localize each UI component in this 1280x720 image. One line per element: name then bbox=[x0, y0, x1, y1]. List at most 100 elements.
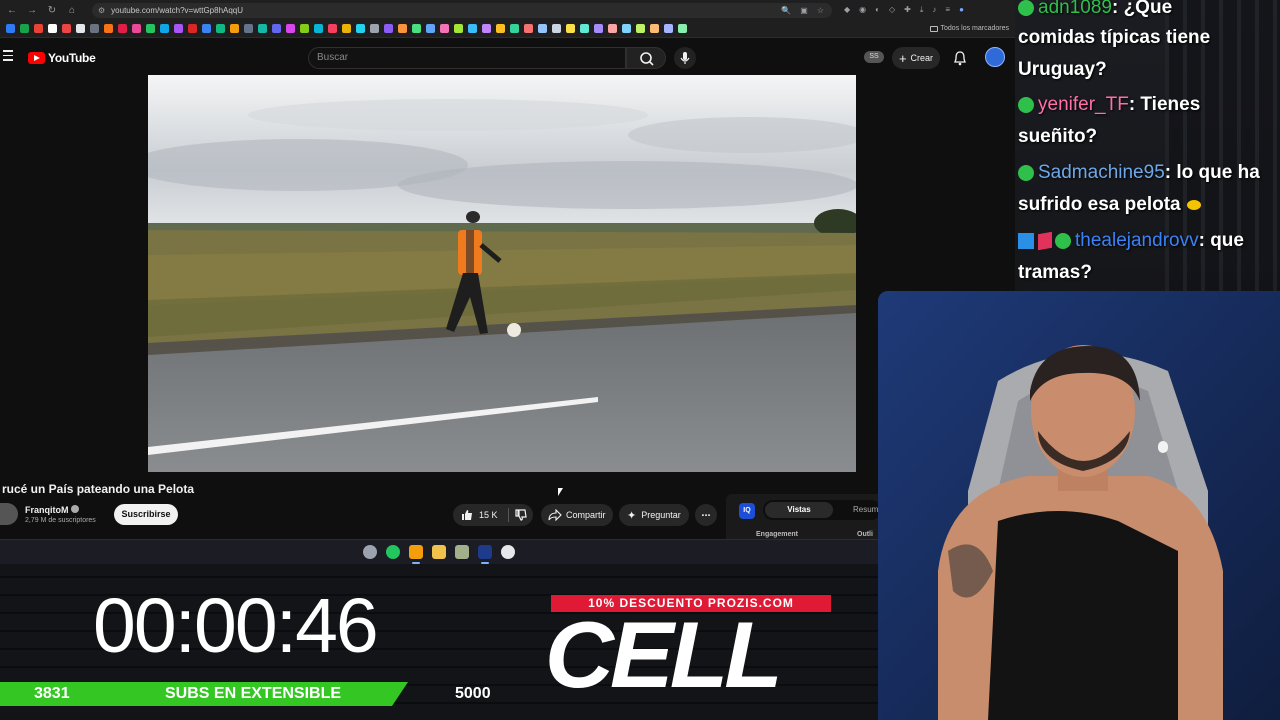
bookmark-icon[interactable] bbox=[62, 24, 71, 33]
bookmark-icon[interactable] bbox=[622, 24, 631, 33]
site-info-icon[interactable]: ⚙ bbox=[98, 6, 105, 15]
bookmark-icon[interactable] bbox=[132, 24, 141, 33]
bookmark-icon[interactable] bbox=[552, 24, 561, 33]
bookmark-icon[interactable] bbox=[300, 24, 309, 33]
bookmark-icon[interactable] bbox=[468, 24, 477, 33]
search-input[interactable]: Buscar bbox=[308, 47, 626, 69]
bookmark-icon[interactable] bbox=[370, 24, 379, 33]
paint-icon[interactable] bbox=[501, 545, 515, 559]
bookmark-icon[interactable] bbox=[412, 24, 421, 33]
bookmark-icon[interactable] bbox=[580, 24, 589, 33]
create-button[interactable]: + Crear bbox=[892, 47, 940, 69]
download-icon[interactable]: ⤓ bbox=[920, 5, 924, 15]
channel-name[interactable]: FranqitoM bbox=[25, 505, 69, 515]
bookmark-icon[interactable] bbox=[650, 24, 659, 33]
ss-badge[interactable]: SS bbox=[864, 51, 884, 63]
bookmark-star-icon[interactable]: ☆ bbox=[817, 6, 824, 15]
back-icon[interactable]: ← bbox=[6, 5, 18, 16]
bookmark-icon[interactable] bbox=[202, 24, 211, 33]
install-icon[interactable]: ▣ bbox=[800, 6, 808, 15]
vidiq-logo[interactable]: IQ bbox=[739, 503, 755, 519]
bookmark-icon[interactable] bbox=[328, 24, 337, 33]
share-button[interactable]: Compartir bbox=[541, 504, 613, 526]
bookmark-icon[interactable] bbox=[664, 24, 673, 33]
bookmark-icon[interactable] bbox=[594, 24, 603, 33]
chat-username[interactable]: Sadmachine95 bbox=[1038, 162, 1165, 183]
bookmark-icon[interactable] bbox=[104, 24, 113, 33]
profile-icon[interactable]: ● bbox=[959, 5, 964, 15]
bookmark-icon[interactable] bbox=[440, 24, 449, 33]
photoshop-icon[interactable] bbox=[478, 545, 492, 564]
bookmark-icon[interactable] bbox=[314, 24, 323, 33]
video-player[interactable] bbox=[148, 75, 856, 472]
reload-icon[interactable]: ↻ bbox=[46, 5, 58, 16]
bookmark-icon[interactable] bbox=[146, 24, 155, 33]
bookmark-icon[interactable] bbox=[510, 24, 519, 33]
extension-icon[interactable]: ◉ bbox=[859, 5, 866, 15]
bookmark-icon[interactable] bbox=[34, 24, 43, 33]
extensions-puzzle-icon[interactable]: ✚ bbox=[904, 5, 911, 15]
hamburger-menu-icon[interactable] bbox=[3, 50, 13, 64]
channel-avatar[interactable] bbox=[0, 503, 18, 525]
bookmark-icon[interactable] bbox=[608, 24, 617, 33]
ask-button[interactable]: ✦ Preguntar bbox=[619, 504, 689, 526]
subscribe-button[interactable]: Suscribirse bbox=[114, 504, 178, 525]
all-bookmarks-button[interactable]: Todos los marcadores bbox=[929, 25, 1015, 32]
bookmark-icon[interactable] bbox=[398, 24, 407, 33]
bookmark-icon[interactable] bbox=[566, 24, 575, 33]
voice-search-button[interactable] bbox=[674, 47, 696, 69]
bookmark-icon[interactable] bbox=[356, 24, 365, 33]
media-icon[interactable]: ♪ bbox=[932, 5, 936, 15]
bookmark-icon[interactable] bbox=[216, 24, 225, 33]
bookmark-icon[interactable] bbox=[384, 24, 393, 33]
bookmark-icon[interactable] bbox=[90, 24, 99, 33]
notifications-bell-icon[interactable] bbox=[953, 50, 967, 71]
bookmark-icon[interactable] bbox=[482, 24, 491, 33]
bookmark-icon[interactable] bbox=[230, 24, 239, 33]
address-bar[interactable]: ⚙ youtube.com/watch?v=wttGp8hAqqU 🔍 ▣ ☆ bbox=[92, 2, 832, 18]
bookmark-icon[interactable] bbox=[48, 24, 57, 33]
bookmark-icon[interactable] bbox=[20, 24, 29, 33]
tab-resumen[interactable]: Resum bbox=[853, 502, 878, 518]
extension-icon[interactable]: ◇ bbox=[889, 5, 895, 15]
steam-icon[interactable] bbox=[363, 545, 377, 559]
bookmark-icon[interactable] bbox=[6, 24, 15, 33]
bookmark-icon[interactable] bbox=[454, 24, 463, 33]
bookmark-icon[interactable] bbox=[636, 24, 645, 33]
extension-icon[interactable]: ◐ bbox=[875, 5, 880, 15]
youtube-logo[interactable]: YouTube bbox=[28, 51, 96, 65]
home-icon[interactable]: ⌂ bbox=[66, 5, 78, 16]
bookmark-icon[interactable] bbox=[426, 24, 435, 33]
minecraft-icon[interactable] bbox=[455, 545, 469, 559]
more-actions-button[interactable]: ... bbox=[695, 504, 717, 526]
chat-username[interactable]: adn1089 bbox=[1038, 0, 1112, 18]
bookmark-icon[interactable] bbox=[524, 24, 533, 33]
bookmark-icon[interactable] bbox=[174, 24, 183, 33]
bookmark-icon[interactable] bbox=[678, 24, 687, 33]
bookmark-icon[interactable] bbox=[118, 24, 127, 33]
xbox-icon[interactable] bbox=[386, 545, 400, 559]
extension-icon[interactable]: ◆ bbox=[844, 5, 850, 15]
bookmark-icon[interactable] bbox=[538, 24, 547, 33]
search-button[interactable] bbox=[626, 47, 666, 69]
chat-username[interactable]: yenifer_TF bbox=[1038, 94, 1129, 115]
chat-username[interactable]: thealejandrovv bbox=[1075, 230, 1199, 251]
bookmark-icon[interactable] bbox=[160, 24, 169, 33]
bookmark-icon[interactable] bbox=[286, 24, 295, 33]
bookmark-icon[interactable] bbox=[258, 24, 267, 33]
bookmark-icon[interactable] bbox=[496, 24, 505, 33]
bookmark-icon[interactable] bbox=[76, 24, 85, 33]
bookmark-icon[interactable] bbox=[244, 24, 253, 33]
like-button[interactable]: 15 K bbox=[453, 504, 508, 526]
bookmark-icon[interactable] bbox=[342, 24, 351, 33]
bookmark-icon[interactable] bbox=[188, 24, 197, 33]
chrome-icon[interactable] bbox=[409, 545, 423, 564]
tab-menu-icon[interactable]: ≡ bbox=[945, 5, 950, 15]
bookmark-icon[interactable] bbox=[272, 24, 281, 33]
account-avatar[interactable] bbox=[985, 47, 1005, 67]
file-explorer-icon[interactable] bbox=[432, 545, 446, 559]
tab-vistas[interactable]: Vistas bbox=[765, 502, 833, 518]
zoom-icon[interactable]: 🔍 bbox=[781, 6, 791, 15]
dislike-button[interactable] bbox=[509, 504, 533, 526]
forward-icon[interactable]: → bbox=[26, 5, 38, 16]
